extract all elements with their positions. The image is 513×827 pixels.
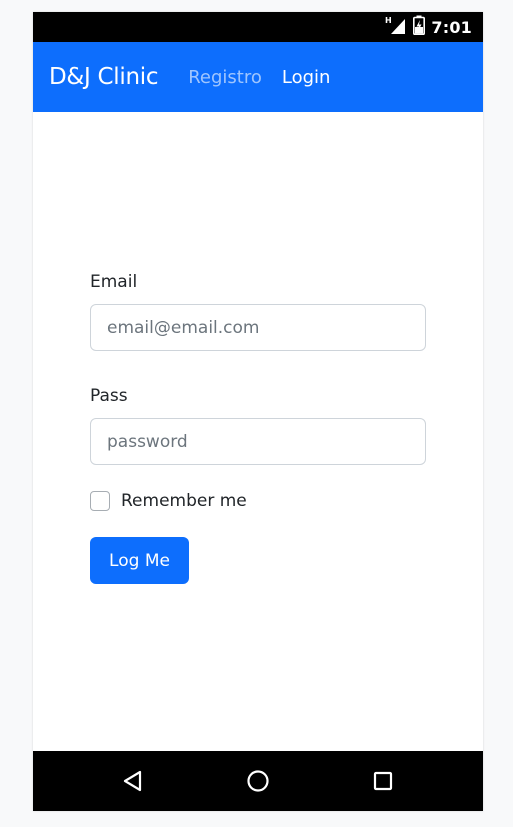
nav-link-registro[interactable]: Registro	[188, 67, 262, 88]
remember-label[interactable]: Remember me	[121, 491, 247, 511]
back-icon[interactable]	[118, 766, 148, 796]
system-nav-bar	[33, 751, 483, 811]
nav-link-login[interactable]: Login	[282, 67, 331, 88]
password-group: Pass	[90, 384, 426, 465]
svg-text:H: H	[385, 16, 392, 25]
email-field[interactable]	[90, 304, 426, 351]
login-form: Email Pass Remember me Log Me	[90, 270, 426, 584]
home-icon[interactable]	[243, 766, 273, 796]
phone-screen: H 7:01 D&J Clinic Registro Login Email e…	[33, 12, 483, 811]
recents-icon[interactable]	[368, 766, 398, 796]
remember-row: Remember me	[90, 489, 426, 513]
status-bar: H 7:01	[33, 12, 483, 42]
email-group: Email	[90, 270, 426, 351]
status-time: 7:01	[431, 17, 472, 37]
brand-link[interactable]: D&J Clinic	[49, 64, 159, 90]
email-label: Email	[90, 272, 138, 292]
remember-checkbox[interactable]	[90, 491, 110, 511]
signal-h-icon: H	[385, 15, 407, 39]
navbar: D&J Clinic Registro Login	[33, 42, 483, 112]
status-icons: H 7:01	[385, 15, 472, 39]
password-field[interactable]	[90, 418, 426, 465]
password-label: Pass	[90, 386, 128, 406]
battery-charging-icon	[413, 15, 426, 39]
log-me-button[interactable]: Log Me	[90, 537, 189, 584]
